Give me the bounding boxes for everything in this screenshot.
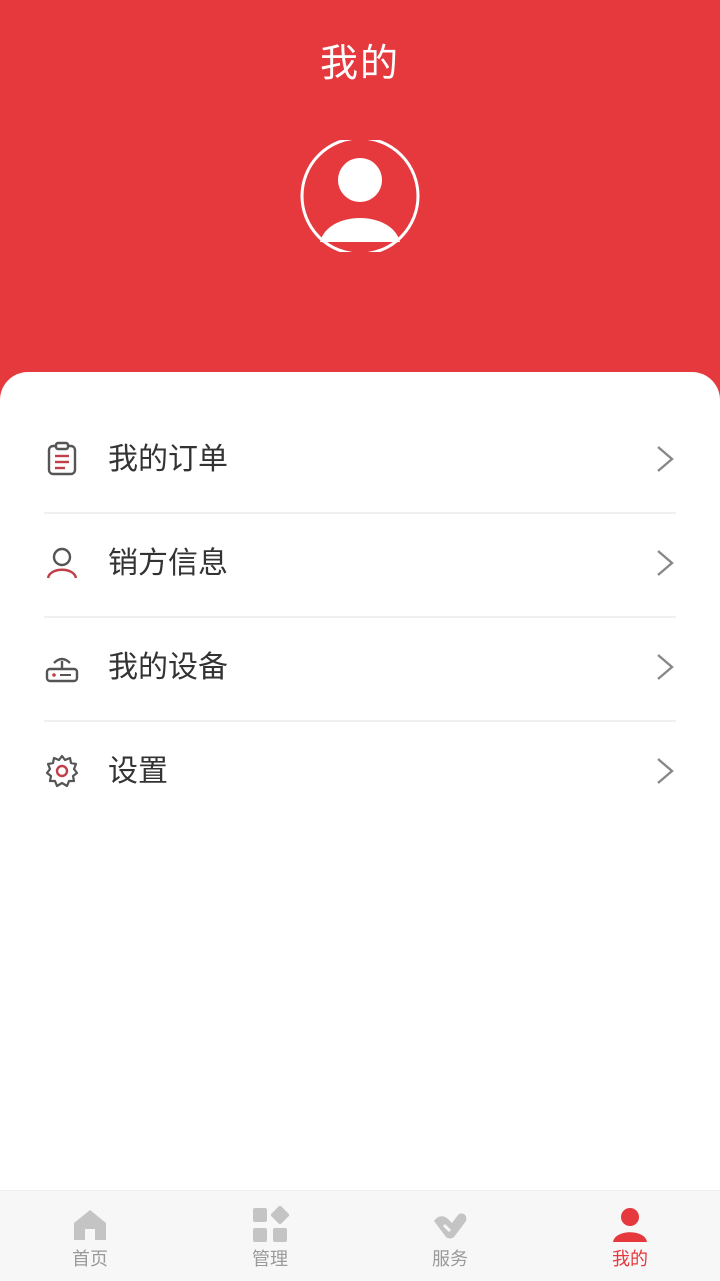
tab-label: 我的	[612, 1249, 648, 1270]
menu-item-orders[interactable]: 我的订单	[44, 410, 676, 514]
avatar[interactable]	[298, 136, 422, 256]
tab-mine[interactable]: 我的	[540, 1191, 720, 1281]
chevron-right-icon	[654, 756, 676, 786]
clipboard-icon	[44, 441, 80, 477]
menu-item-label: 我的设备	[108, 650, 228, 685]
bottom-tab-bar: 首页 管理 服务 我的	[0, 1190, 720, 1281]
profile-header: 我的	[0, 0, 720, 400]
tab-label: 管理	[252, 1249, 288, 1270]
grid-icon	[250, 1205, 290, 1245]
user-outline-icon	[44, 545, 80, 581]
handshake-icon	[430, 1205, 470, 1245]
chevron-right-icon	[654, 444, 676, 474]
router-icon	[44, 649, 80, 685]
menu-item-label: 我的订单	[108, 442, 228, 477]
page-title: 我的	[319, 41, 400, 85]
menu-item-label: 设置	[108, 754, 168, 789]
menu-item-label: 销方信息	[108, 546, 228, 581]
chevron-right-icon	[654, 548, 676, 578]
menu-list: 我的订单 销方信息 我的设备 设置	[44, 410, 676, 824]
menu-item-settings[interactable]: 设置	[44, 722, 676, 824]
menu-item-seller-info[interactable]: 销方信息	[44, 514, 676, 618]
chevron-right-icon	[654, 652, 676, 682]
tab-manage[interactable]: 管理	[180, 1191, 360, 1281]
tab-home[interactable]: 首页	[0, 1191, 180, 1281]
tab-label: 首页	[72, 1249, 108, 1270]
menu-item-devices[interactable]: 我的设备	[44, 618, 676, 722]
menu-card: 我的订单 销方信息 我的设备 设置	[0, 372, 720, 1192]
tab-service[interactable]: 服务	[360, 1191, 540, 1281]
gear-icon	[44, 753, 80, 789]
home-icon	[70, 1205, 110, 1245]
person-icon	[610, 1205, 650, 1245]
tab-label: 服务	[432, 1249, 468, 1270]
